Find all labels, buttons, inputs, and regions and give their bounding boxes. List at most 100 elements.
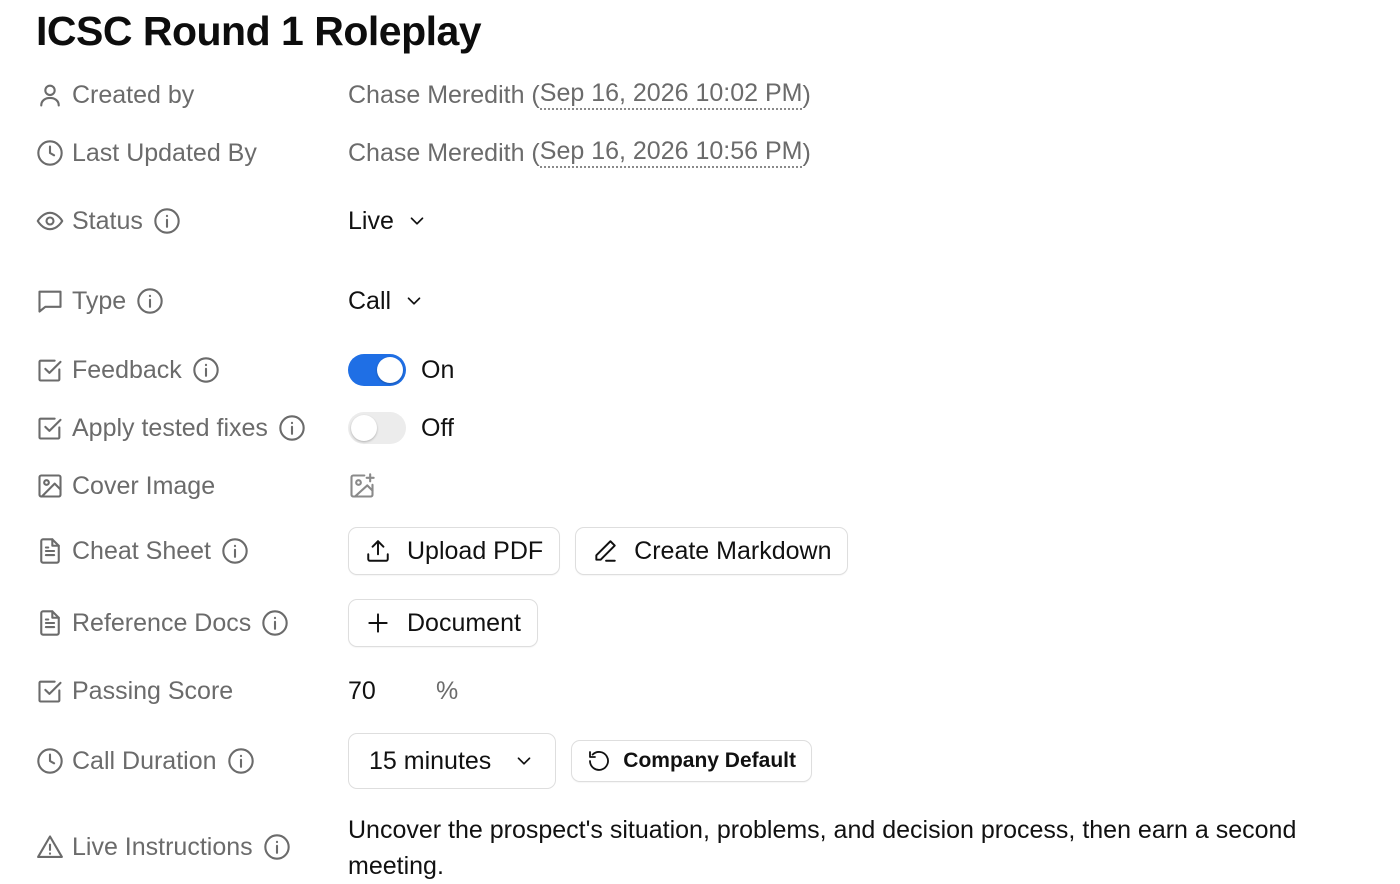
type-row: Type Call (36, 281, 1400, 321)
create-markdown-button[interactable]: Create Markdown (575, 527, 849, 575)
last-updated-label-group: Last Updated By (36, 133, 257, 173)
type-dropdown[interactable]: Call (348, 281, 425, 321)
info-icon[interactable] (153, 207, 181, 235)
add-document-label: Document (407, 608, 521, 637)
chevron-down-icon (410, 217, 424, 225)
apply-fixes-state: Off (421, 413, 454, 442)
chevron-down-icon (407, 297, 421, 305)
last-updated-value: Chase Meredith (Sep 16, 2026 10:56 PM) (348, 133, 811, 173)
type-value: Call (348, 286, 392, 315)
call-duration-value: 15 minutes (369, 746, 492, 775)
type-label-group: Type (36, 281, 164, 321)
create-markdown-label: Create Markdown (634, 536, 832, 565)
cover-image-row: Cover Image (36, 466, 1400, 506)
call-duration-label-group: Call Duration (36, 741, 255, 781)
feedback-label-group: Feedback (36, 350, 220, 390)
toggle-knob (377, 357, 403, 383)
image-icon (36, 472, 64, 500)
info-icon[interactable] (278, 414, 306, 442)
apply-fixes-control: Off (348, 408, 454, 448)
apply-fixes-toggle[interactable] (348, 412, 406, 444)
file-text-icon (36, 609, 64, 637)
eye-icon (36, 207, 64, 235)
feedback-state: On (421, 355, 455, 384)
plus-icon (368, 613, 388, 633)
company-default-button[interactable]: Company Default (571, 740, 812, 782)
last-updated-label: Last Updated By (72, 138, 257, 167)
apply-fixes-label-group: Apply tested fixes (36, 408, 306, 448)
clock-icon (36, 139, 64, 167)
message-square-icon (36, 287, 64, 315)
info-icon[interactable] (136, 287, 164, 315)
call-duration-label: Call Duration (72, 746, 217, 775)
user-icon (36, 81, 64, 109)
created-by-value: Chase Meredith (Sep 16, 2026 10:02 PM) (348, 75, 811, 115)
reference-docs-label: Reference Docs (72, 608, 252, 637)
company-default-label: Company Default (623, 749, 796, 772)
file-text-icon (36, 537, 64, 565)
type-label: Type (72, 286, 127, 315)
created-by-label: Created by (72, 80, 195, 109)
created-by-timestamp[interactable]: Sep 16, 2026 10:02 PM (539, 80, 803, 110)
apply-fixes-label: Apply tested fixes (72, 413, 268, 442)
type-dropdown-trigger[interactable]: Call (348, 287, 425, 316)
cover-image-control (348, 466, 376, 506)
live-instructions-text[interactable]: Uncover the prospect's situation, proble… (348, 812, 1378, 884)
created-by-label-group: Created by (36, 75, 194, 115)
passing-score-row: Passing Score % (36, 671, 1400, 711)
last-updated-timestamp[interactable]: Sep 16, 2026 10:56 PM (539, 138, 803, 168)
info-icon[interactable] (221, 537, 249, 565)
feedback-toggle[interactable] (348, 354, 406, 386)
percent-unit: % (436, 676, 459, 705)
created-by-open-paren: ( (524, 80, 540, 109)
feedback-control: On (348, 350, 454, 390)
call-duration-controls: 15 minutes Company Default (348, 733, 812, 789)
cheat-sheet-label-group: Cheat Sheet (36, 531, 249, 571)
checkbox-icon (36, 677, 64, 705)
status-row: Status Live (36, 201, 1400, 241)
cover-image-label: Cover Image (72, 471, 216, 500)
cheat-sheet-label: Cheat Sheet (72, 536, 211, 565)
upload-icon (367, 540, 389, 562)
live-instructions-label-group: Live Instructions (36, 827, 291, 867)
status-dropdown-trigger[interactable]: Live (348, 207, 428, 236)
created-by-row: Created by Chase Meredith (Sep 16, 2026 … (36, 75, 1400, 115)
passing-score-label-group: Passing Score (36, 671, 233, 711)
info-icon[interactable] (227, 747, 255, 775)
passing-score-control: % (348, 671, 458, 711)
cheat-sheet-actions: Upload PDF Create Markdown (348, 527, 849, 575)
last-updated-name: Chase Meredith (348, 138, 525, 167)
status-label-group: Status (36, 201, 181, 241)
call-duration-select[interactable]: 15 minutes (348, 733, 557, 789)
info-icon[interactable] (261, 609, 289, 637)
call-duration-row: Call Duration 15 minutes Company Default (36, 733, 1400, 789)
passing-score-input[interactable] (348, 676, 436, 706)
toggle-knob (351, 415, 377, 441)
chevron-down-icon (517, 757, 531, 765)
page-title: ICSC Round 1 Roleplay (36, 8, 482, 54)
reset-icon (589, 751, 610, 771)
info-icon[interactable] (192, 356, 220, 384)
clock-icon (36, 747, 64, 775)
live-instructions-label: Live Instructions (72, 832, 253, 861)
checkbox-icon (36, 356, 64, 384)
status-label: Status (72, 206, 143, 235)
status-value: Live (348, 206, 394, 235)
add-document-button[interactable]: Document (348, 599, 538, 647)
status-dropdown[interactable]: Live (348, 201, 428, 241)
pencil-icon (595, 540, 616, 562)
reference-docs-label-group: Reference Docs (36, 603, 289, 643)
apply-fixes-row: Apply tested fixes Off (36, 408, 1400, 448)
created-by-close-paren: ) (802, 80, 811, 109)
alert-triangle-icon (36, 833, 64, 861)
upload-pdf-label: Upload PDF (407, 536, 544, 565)
passing-score-label: Passing Score (72, 676, 234, 705)
upload-pdf-button[interactable]: Upload PDF (348, 527, 561, 575)
feedback-row: Feedback On (36, 350, 1400, 390)
cover-image-label-group: Cover Image (36, 466, 215, 506)
last-updated-row: Last Updated By Chase Meredith (Sep 16, … (36, 133, 1400, 173)
feedback-label: Feedback (72, 355, 182, 384)
info-icon[interactable] (263, 833, 291, 861)
last-updated-close-paren: ) (802, 138, 811, 167)
image-plus-icon[interactable] (348, 472, 376, 500)
